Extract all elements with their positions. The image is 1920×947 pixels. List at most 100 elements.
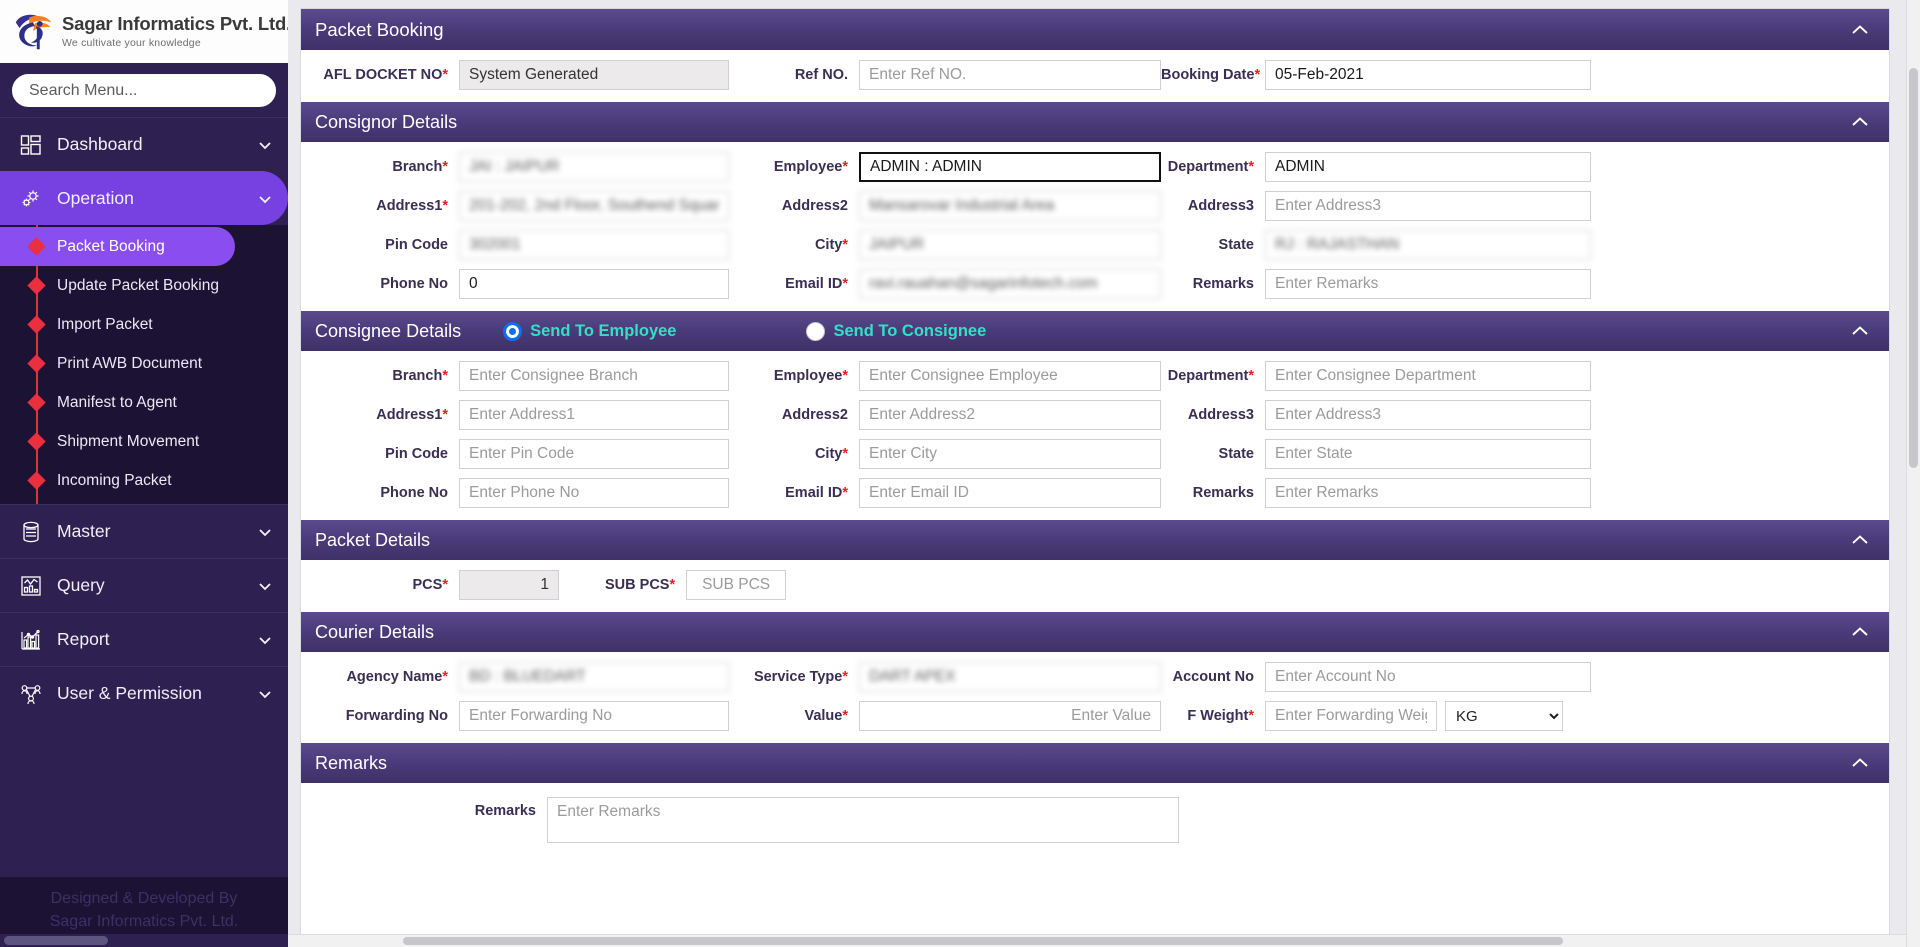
- chevron-down-icon[interactable]: [258, 687, 274, 701]
- consignor-remarks-input[interactable]: [1265, 269, 1591, 299]
- collapse-courier-details-icon[interactable]: [1847, 619, 1873, 645]
- consignee-phone-input[interactable]: [459, 478, 729, 508]
- consignor-address3-input[interactable]: [1265, 191, 1591, 221]
- field-service-type: Service Type*: [729, 662, 1161, 692]
- consignor-phone-input[interactable]: [459, 269, 729, 299]
- diamond-bullet-icon: [27, 276, 45, 294]
- consignor-address1-input[interactable]: [459, 191, 729, 221]
- operation-submenu: Packet Booking Update Packet Booking Imp…: [0, 225, 288, 504]
- consignee-employee-input[interactable]: [859, 361, 1161, 391]
- top-fields-body: AFL DOCKET NO* Ref NO. Booking Date*: [301, 50, 1889, 102]
- chevron-down-icon[interactable]: [258, 579, 274, 593]
- consignee-state-input[interactable]: [1265, 439, 1591, 469]
- vertical-scrollbar[interactable]: [1906, 0, 1920, 947]
- consignee-branch-input[interactable]: [459, 361, 729, 391]
- field-consignee-employee: Employee*: [729, 361, 1161, 391]
- sidebar-horizontal-scrollbar[interactable]: [0, 934, 288, 947]
- consignor-department-input[interactable]: [1265, 152, 1591, 182]
- vertical-scrollbar-thumb[interactable]: [1909, 68, 1918, 468]
- sidebar-item-master[interactable]: Master: [0, 504, 288, 558]
- forwarding-no-input[interactable]: [459, 701, 729, 731]
- consignee-email-input[interactable]: [859, 478, 1161, 508]
- consignee-address3-input[interactable]: [1265, 400, 1591, 430]
- consignee-address2-label: Address2: [729, 407, 859, 423]
- field-value: Value*: [729, 701, 1161, 731]
- chevron-down-icon[interactable]: [258, 192, 274, 206]
- field-consignor-employee: Employee*: [729, 152, 1161, 182]
- sidebar-item-packet-booking[interactable]: Packet Booking: [0, 227, 235, 266]
- consignee-pincode-input[interactable]: [459, 439, 729, 469]
- field-consignor-city: City*: [729, 230, 1161, 260]
- consignor-city-input[interactable]: [859, 230, 1161, 260]
- radio-send-to-consignee-label: Send To Consignee: [833, 322, 986, 341]
- chevron-down-icon[interactable]: [258, 633, 274, 647]
- consignor-state-input[interactable]: [1265, 230, 1591, 260]
- remarks-label: Remarks: [309, 797, 547, 819]
- courier-row-1: Agency Name* Service Type* Account No: [309, 662, 1875, 692]
- sidebar-item-import-packet[interactable]: Import Packet: [0, 305, 288, 344]
- collapse-consignor-icon[interactable]: [1847, 109, 1873, 135]
- consignee-email-label: Email ID*: [729, 485, 859, 501]
- consignee-employee-label: Employee*: [729, 368, 859, 384]
- sidebar-item-update-packet-booking[interactable]: Update Packet Booking: [0, 266, 288, 305]
- consignor-branch-input[interactable]: [459, 152, 729, 182]
- chevron-down-icon[interactable]: [258, 138, 274, 152]
- f-weight-input[interactable]: [1265, 701, 1437, 731]
- sidebar-item-operation[interactable]: Operation: [0, 171, 288, 225]
- sidebar-item-user-permission[interactable]: User & Permission: [0, 666, 288, 720]
- consignee-department-input[interactable]: [1265, 361, 1591, 391]
- agency-name-input[interactable]: [459, 662, 729, 692]
- sidebar-item-manifest-to-agent[interactable]: Manifest to Agent: [0, 383, 288, 422]
- sidebar-subitem-label: Manifest to Agent: [57, 394, 177, 412]
- brand-logo-container[interactable]: Sagar Informatics Pvt. Ltd. We cultivate…: [0, 0, 288, 63]
- consignee-remarks-input[interactable]: [1265, 478, 1591, 508]
- sidebar-item-query[interactable]: Query: [0, 558, 288, 612]
- consignor-pincode-input[interactable]: [459, 230, 729, 260]
- consignee-address2-input[interactable]: [859, 400, 1161, 430]
- value-input[interactable]: [859, 701, 1161, 731]
- collapse-remarks-icon[interactable]: [1847, 750, 1873, 776]
- search-input[interactable]: [12, 74, 276, 107]
- ref-no-input[interactable]: [859, 60, 1161, 90]
- weight-unit-select[interactable]: KG GM: [1445, 701, 1563, 731]
- field-consignee-address3: Address3: [1161, 400, 1591, 430]
- sidebar-item-shipment-movement[interactable]: Shipment Movement: [0, 422, 288, 461]
- horizontal-scrollbar-thumb[interactable]: [403, 937, 1563, 945]
- collapse-packet-details-icon[interactable]: [1847, 527, 1873, 553]
- service-type-input[interactable]: [859, 662, 1161, 692]
- pcs-input[interactable]: [459, 570, 559, 600]
- account-no-input[interactable]: [1265, 662, 1591, 692]
- consignor-email-input[interactable]: [859, 269, 1161, 299]
- field-consignee-pincode: Pin Code: [309, 439, 729, 469]
- radio-send-to-consignee[interactable]: Send To Consignee: [806, 322, 986, 341]
- consignee-row-1: Branch* Employee* Department*: [309, 361, 1875, 391]
- booking-date-input[interactable]: [1265, 60, 1591, 90]
- sidebar-item-incoming-packet[interactable]: Incoming Packet: [0, 461, 288, 500]
- sidebar-item-report[interactable]: Report: [0, 612, 288, 666]
- sub-pcs-input[interactable]: [686, 570, 786, 600]
- field-afl-docket-no: AFL DOCKET NO*: [309, 60, 729, 90]
- sidebar-horizontal-scrollbar-thumb[interactable]: [4, 936, 108, 945]
- consignor-employee-input[interactable]: [859, 152, 1161, 182]
- afl-docket-no-input[interactable]: [459, 60, 729, 90]
- consignor-address1-label: Address1*: [309, 198, 459, 214]
- chevron-down-icon[interactable]: [258, 525, 274, 539]
- horizontal-scrollbar[interactable]: [288, 934, 1906, 947]
- field-consignor-remarks: Remarks: [1161, 269, 1591, 299]
- radio-send-to-employee[interactable]: Send To Employee: [503, 322, 676, 341]
- consignee-address1-input[interactable]: [459, 400, 729, 430]
- collapse-consignee-icon[interactable]: [1847, 318, 1873, 344]
- consignee-city-input[interactable]: [859, 439, 1161, 469]
- radio-send-to-employee-label: Send To Employee: [530, 322, 676, 341]
- remarks-textarea[interactable]: [547, 797, 1179, 843]
- field-consignor-address1: Address1*: [309, 191, 729, 221]
- brand-title: Sagar Informatics Pvt. Ltd.: [62, 15, 288, 34]
- radio-send-to-employee-input[interactable]: [503, 322, 522, 341]
- radio-send-to-consignee-input[interactable]: [806, 322, 825, 341]
- sidebar-item-dashboard[interactable]: Dashboard: [0, 117, 288, 171]
- collapse-packet-booking-icon[interactable]: [1847, 17, 1873, 43]
- consignor-address2-input[interactable]: [859, 191, 1161, 221]
- forwarding-no-label: Forwarding No: [309, 708, 459, 724]
- dashboard-icon: [18, 132, 44, 158]
- sidebar-item-print-awb-document[interactable]: Print AWB Document: [0, 344, 288, 383]
